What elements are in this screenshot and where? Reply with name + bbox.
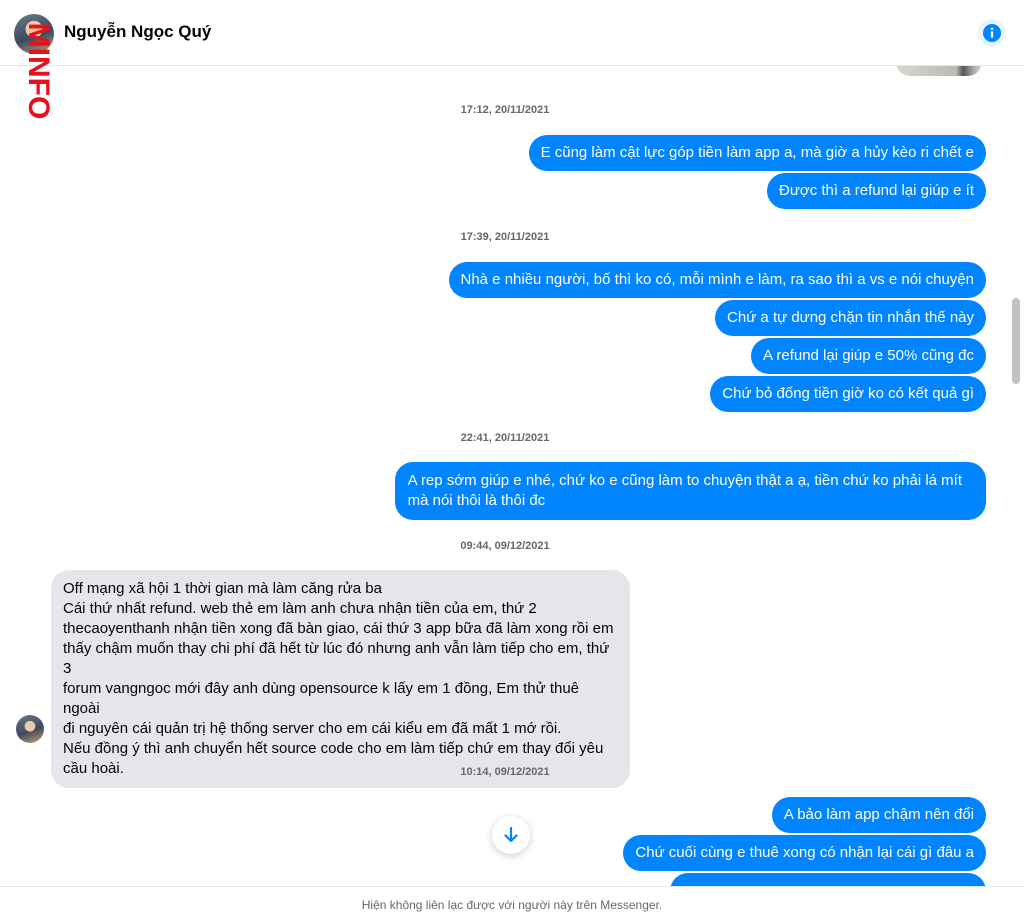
scroll-to-bottom-button[interactable] bbox=[492, 816, 530, 854]
timestamp: 17:39, 20/11/2021 bbox=[460, 231, 550, 243]
contact-name[interactable]: Nguyễn Ngọc Quý bbox=[64, 22, 211, 42]
message-line: Off mạng xã hội 1 thời gian mà làm căng … bbox=[63, 580, 382, 597]
timestamp: 09:44, 09/12/2021 bbox=[460, 540, 550, 552]
message-line: thấy chậm muốn thay chi phí đã hết từ lú… bbox=[63, 640, 610, 677]
message-line: thecaoyenthanh nhận tiền xong đã bàn gia… bbox=[63, 620, 614, 637]
message-line: Nếu đồng ý thì anh chuyển hết source cod… bbox=[63, 740, 604, 757]
outgoing-message[interactable]: Nhà e nhiều người, bố thì ko có, mỗi mìn… bbox=[448, 262, 986, 298]
timestamp: 22:41, 20/11/2021 bbox=[460, 432, 550, 444]
shared-image-thumbnail[interactable] bbox=[896, 66, 982, 76]
outgoing-message[interactable]: A bảo làm app chậm nên đổi bbox=[771, 797, 986, 833]
watermark-logo: MINFO bbox=[22, 23, 52, 120]
message-line: A rep sớm giúp e nhé, chứ ko e cũng làm … bbox=[407, 472, 962, 489]
message-line: forum vangngoc mới đây anh dùng opensour… bbox=[63, 680, 580, 717]
scrollbar-track[interactable] bbox=[1010, 66, 1024, 886]
unavailable-notice: Hiện không liên lạc được với người này t… bbox=[0, 886, 1024, 920]
incoming-message[interactable]: Off mạng xã hội 1 thời gian mà làm căng … bbox=[51, 570, 630, 788]
outgoing-message[interactable]: Được thì a refund lại giúp e ít bbox=[767, 173, 986, 209]
outgoing-message[interactable]: A refund lại giúp e 50% cũng đc bbox=[751, 338, 986, 374]
outgoing-message[interactable]: Chứ a tự dưng chặn tin nhắn thế này bbox=[715, 300, 986, 336]
conversation-info-button[interactable] bbox=[978, 19, 1006, 47]
outgoing-message-partial[interactable] bbox=[670, 873, 986, 886]
message-line: đi nguyên cái quản trị hệ thống server c… bbox=[63, 720, 562, 737]
svg-text:MINFO: MINFO bbox=[22, 23, 52, 120]
sender-avatar[interactable] bbox=[16, 715, 44, 743]
conversation-header: Nguyễn Ngọc Quý bbox=[0, 0, 1024, 66]
arrow-down-icon bbox=[504, 826, 518, 843]
message-list[interactable]: 17:12, 20/11/2021 E cũng làm cật lực góp… bbox=[0, 66, 1010, 886]
outgoing-message[interactable]: A rep sớm giúp e nhé, chứ ko e cũng làm … bbox=[394, 462, 986, 520]
outgoing-message[interactable]: Chứ bỏ đống tiền giờ ko có kết quả gì bbox=[710, 376, 986, 412]
scrollbar-thumb[interactable] bbox=[1012, 298, 1020, 384]
outgoing-message[interactable]: E cũng làm cật lực góp tiền làm app a, m… bbox=[528, 135, 986, 171]
message-line: Cái thứ nhất refund. web thẻ em làm anh … bbox=[63, 600, 537, 617]
timestamp: 17:12, 20/11/2021 bbox=[460, 104, 550, 116]
info-icon bbox=[983, 24, 1001, 42]
timestamp: 10:14, 09/12/2021 bbox=[460, 766, 550, 778]
outgoing-message[interactable]: Chứ cuối cùng e thuê xong có nhận lại cá… bbox=[623, 835, 986, 871]
message-line: mà nói thôi là thôi đc bbox=[407, 492, 546, 509]
